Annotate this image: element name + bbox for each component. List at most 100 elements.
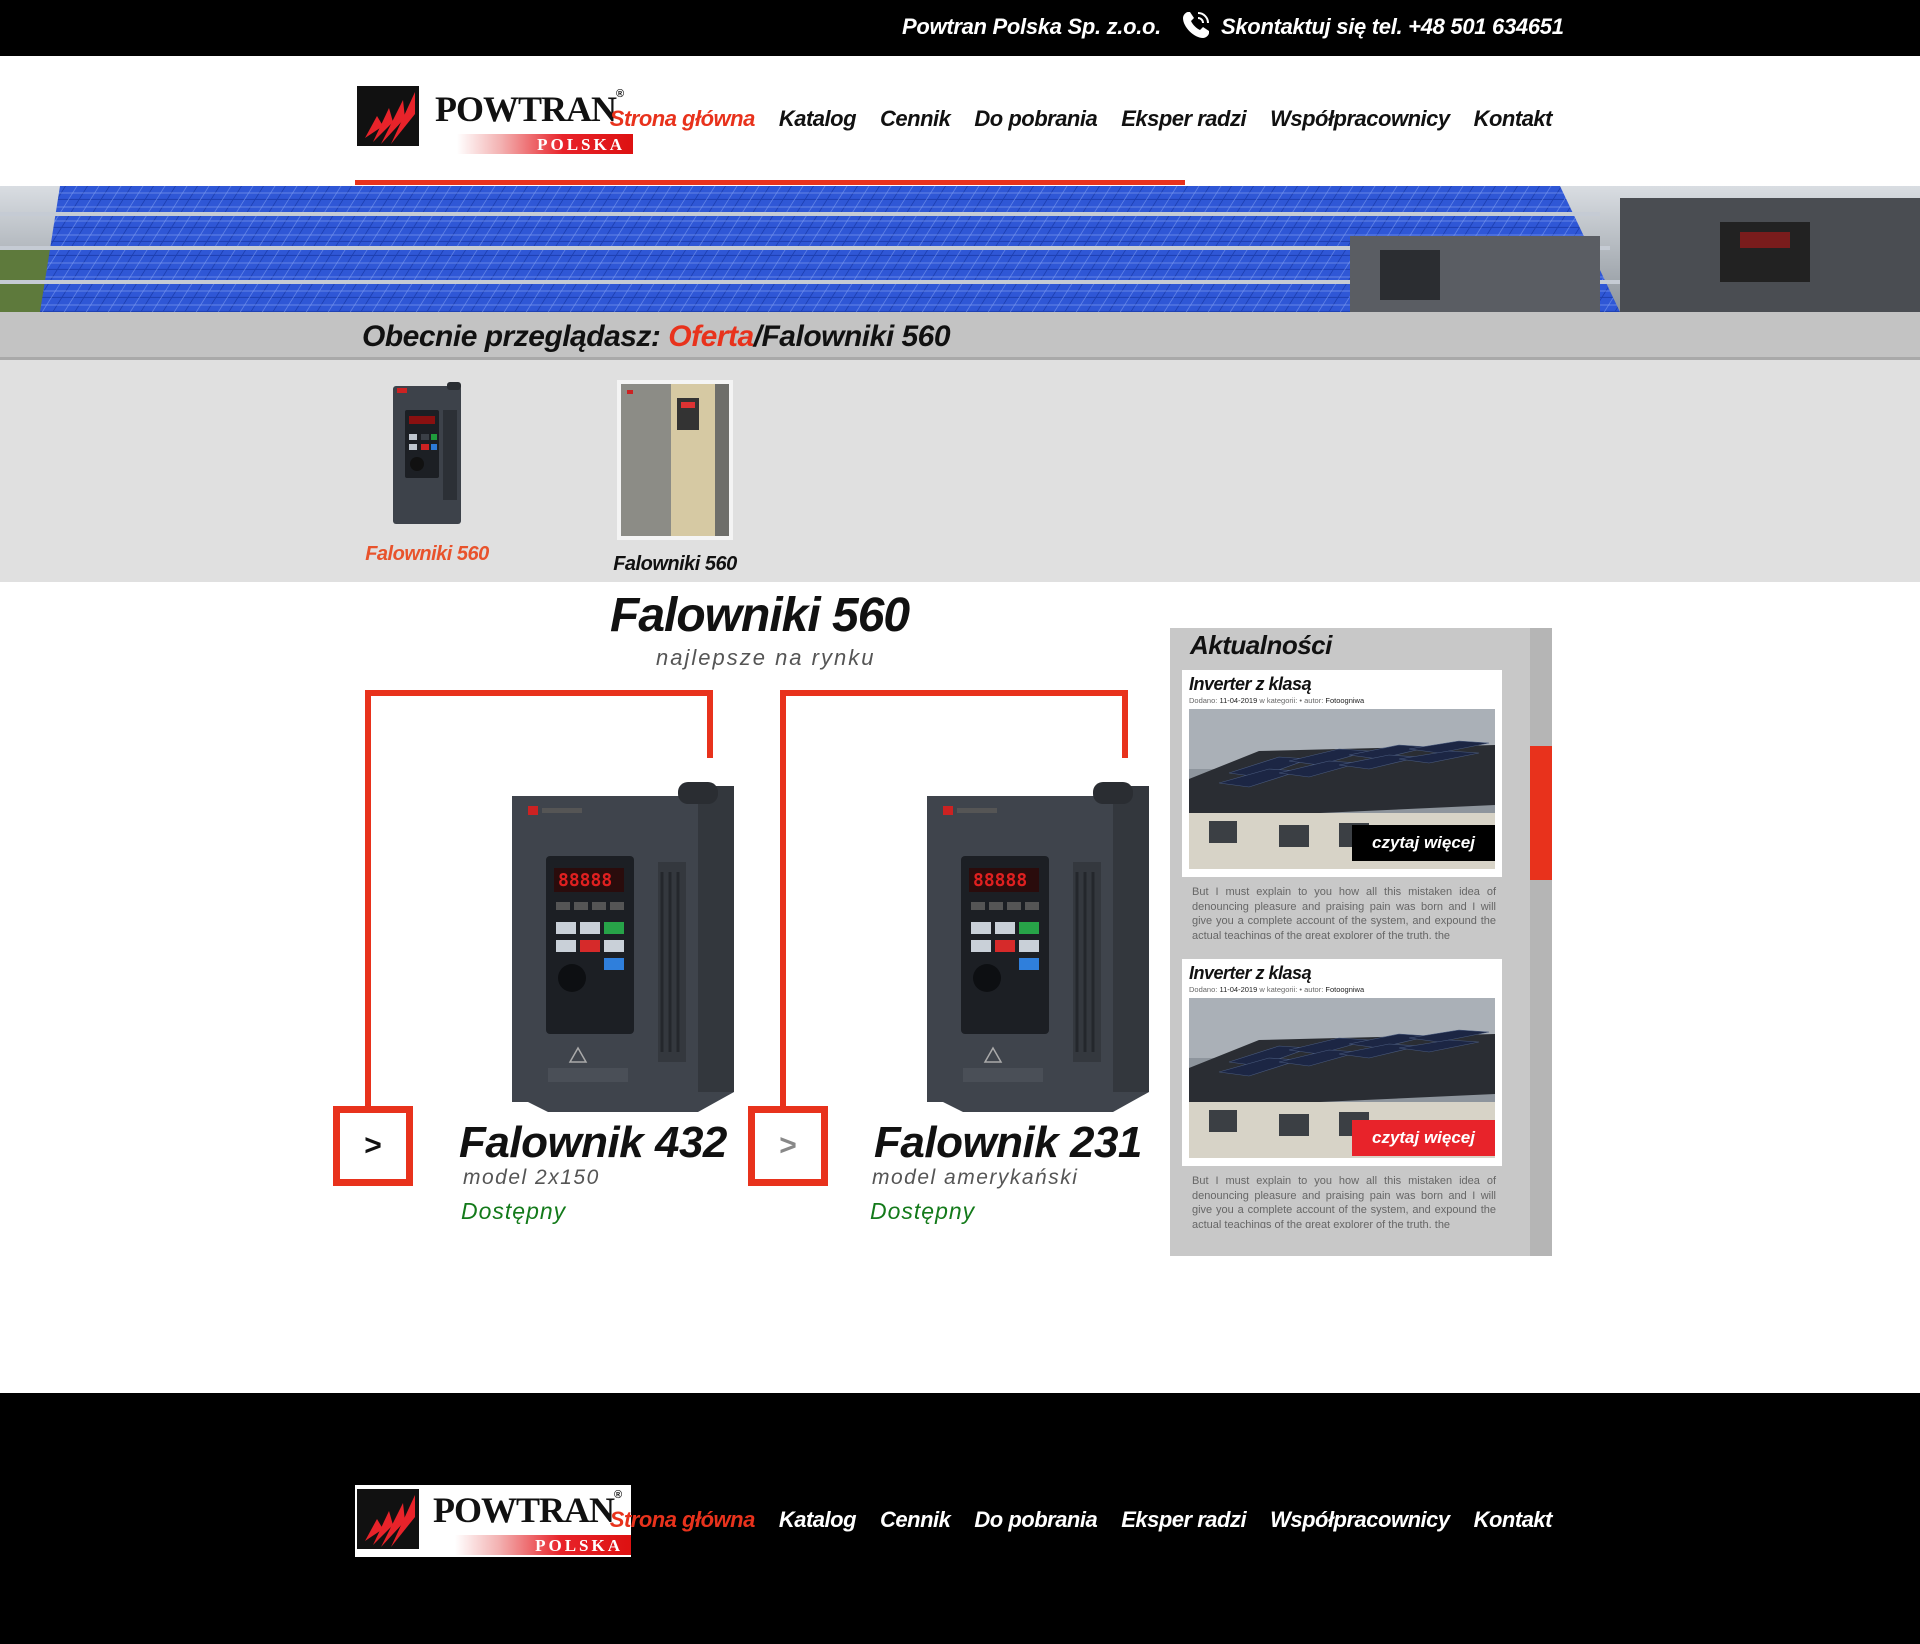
category-strip: Falowniki 560 Falowniki 560 xyxy=(0,360,1920,582)
section-subtitle: najlepsze na rynku xyxy=(656,645,876,670)
nav-underline xyxy=(355,180,1185,185)
inverter-thumbnail-cabinet xyxy=(617,380,733,540)
solar-panels-image xyxy=(0,186,1920,312)
breadcrumb-link-offer[interactable]: Oferta xyxy=(668,320,754,353)
footer-logo-box: POWTRAN ® POLSKA xyxy=(355,1485,631,1557)
phone-icon xyxy=(1183,12,1209,38)
news-sidebar: Aktualności Inverter z klasą Dodano: 11-… xyxy=(1170,628,1552,1256)
product-model: model 2x150 xyxy=(463,1166,600,1189)
footer-nav-contact[interactable]: Kontakt xyxy=(1474,1507,1553,1533)
product-frame xyxy=(707,690,713,758)
news-item: Inverter z klasą Dodano: 11-04-2019 w ka… xyxy=(1182,670,1502,939)
product-availability: Dostępny xyxy=(870,1198,976,1224)
read-more-button[interactable]: czytaj więcej xyxy=(1351,825,1495,861)
main-nav: Strona główna Katalog Cennik Do pobrania… xyxy=(610,106,1553,132)
logo-subtitle-bar: POLSKA xyxy=(455,1535,631,1555)
powtran-logo-icon xyxy=(357,86,419,146)
top-bar: Powtran Polska Sp. z.o.o. Skontaktuj się… xyxy=(0,0,1920,56)
footer-nav: Strona główna Katalog Cennik Do pobrania… xyxy=(610,1507,1553,1533)
logo-brand: POWTRAN xyxy=(435,89,617,129)
news-item: Inverter z klasą Dodano: 11-04-2019 w ka… xyxy=(1182,959,1502,1228)
product-name[interactable]: Falownik 231 xyxy=(874,1118,1142,1168)
footer-nav-catalog[interactable]: Katalog xyxy=(779,1507,857,1533)
footer-nav-partners[interactable]: Współpracownicy xyxy=(1270,1507,1450,1533)
hero-banner xyxy=(0,186,1920,312)
news-item-date: 11-04-2019 xyxy=(1219,696,1258,705)
news-meta-author: • autor: xyxy=(1299,696,1324,705)
product-frame xyxy=(365,690,713,696)
svg-text:88888: 88888 xyxy=(558,870,612,891)
nav-partners[interactable]: Współpracownicy xyxy=(1270,106,1450,132)
product-frame xyxy=(365,690,371,1106)
nav-expert[interactable]: Eksper radzi xyxy=(1121,106,1246,132)
logo-subtitle: POLSKA xyxy=(537,135,625,154)
nav-catalog[interactable]: Katalog xyxy=(779,106,857,132)
product-card: 88888 > Falownik 432 model 2x150 Dostępn… xyxy=(333,690,753,1230)
news-item-photo[interactable]: czytaj więcej xyxy=(1189,709,1495,869)
news-heading: Aktualności xyxy=(1190,630,1332,660)
category-item[interactable]: Falowniki 560 xyxy=(612,380,738,576)
nav-home[interactable]: Strona główna xyxy=(610,106,756,132)
news-meta-added: Dodano: xyxy=(1189,985,1218,994)
news-card: Inverter z klasą Dodano: 11-04-2019 w ka… xyxy=(1182,670,1502,877)
news-card: Inverter z klasą Dodano: 11-04-2019 w ka… xyxy=(1182,959,1502,1166)
logo-registered: ® xyxy=(616,88,625,100)
product-model: model amerykański xyxy=(872,1166,1079,1189)
logo-brand: POWTRAN xyxy=(433,1490,615,1530)
breadcrumb-current: Falowniki 560 xyxy=(761,320,951,353)
site-footer: POWTRAN ® POLSKA Strona główna Katalog C… xyxy=(0,1393,1920,1644)
news-item-meta: Dodano: 11-04-2019 w kategorii: • autor:… xyxy=(1189,985,1495,994)
footer-logo[interactable]: POWTRAN ® POLSKA xyxy=(355,1487,631,1557)
nav-contact[interactable]: Kontakt xyxy=(1474,106,1553,132)
contact-phone[interactable]: Skontaktuj się tel. +48 501 634651 xyxy=(1221,14,1564,40)
news-meta-category: w kategorii: xyxy=(1259,696,1298,705)
logo[interactable]: POWTRAN ® POLSKA xyxy=(357,86,633,156)
footer-nav-expert[interactable]: Eksper radzi xyxy=(1121,1507,1246,1533)
nav-downloads[interactable]: Do pobrania xyxy=(974,106,1097,132)
breadcrumb: Obecnie przeglądasz: Oferta/Falowniki 56… xyxy=(362,320,951,354)
logo-subtitle: POLSKA xyxy=(535,1536,623,1555)
section-title: Falowniki 560 xyxy=(610,589,910,642)
logo-registered: ® xyxy=(614,1489,623,1501)
product-card: 88888 > Falownik 231 model amerykański D… xyxy=(748,690,1168,1230)
news-item-author: Fotoogniwa xyxy=(1325,985,1365,994)
news-item-photo[interactable]: czytaj więcej xyxy=(1189,998,1495,1158)
news-item-excerpt: But I must explain to you how all this m… xyxy=(1192,886,1496,939)
news-meta-category: w kategorii: xyxy=(1259,985,1298,994)
svg-text:88888: 88888 xyxy=(973,870,1027,891)
product-image[interactable]: 88888 xyxy=(508,782,738,1112)
news-item-title[interactable]: Inverter z klasą xyxy=(1189,963,1495,984)
product-image[interactable]: 88888 xyxy=(923,782,1153,1112)
breadcrumb-prefix: Obecnie przeglądasz: xyxy=(362,320,669,353)
product-frame xyxy=(1122,690,1128,758)
news-meta-author: • autor: xyxy=(1299,985,1324,994)
product-availability: Dostępny xyxy=(461,1198,567,1224)
news-scrollbar[interactable] xyxy=(1530,628,1552,1256)
category-label: Falowniki 560 xyxy=(613,553,737,575)
footer-nav-downloads[interactable]: Do pobrania xyxy=(974,1507,1097,1533)
footer-nav-home[interactable]: Strona główna xyxy=(610,1507,756,1533)
news-item-title[interactable]: Inverter z klasą xyxy=(1189,674,1495,695)
category-item[interactable]: Falowniki 560 xyxy=(364,380,490,566)
news-item-author: Fotoogniwa xyxy=(1325,696,1365,705)
product-frame xyxy=(780,690,786,1106)
product-arrow-button[interactable]: > xyxy=(748,1106,828,1186)
news-item-excerpt: But I must explain to you how all this m… xyxy=(1192,1175,1496,1228)
category-label: Falowniki 560 xyxy=(365,543,489,565)
product-arrow-button[interactable]: > xyxy=(333,1106,413,1186)
footer-nav-pricelist[interactable]: Cennik xyxy=(880,1507,951,1533)
logo-subtitle-bar: POLSKA xyxy=(457,134,633,154)
company-name: Powtran Polska Sp. z.o.o. xyxy=(902,14,1161,39)
powtran-logo-icon xyxy=(357,1489,419,1549)
news-scrollbar-thumb[interactable] xyxy=(1530,746,1552,880)
read-more-button[interactable]: czytaj więcej xyxy=(1351,1120,1495,1156)
news-meta-added: Dodano: xyxy=(1189,696,1218,705)
product-frame xyxy=(780,690,1128,696)
inverter-thumbnail-dark xyxy=(393,382,461,524)
site-header: POWTRAN ® POLSKA Strona główna Katalog C… xyxy=(0,56,1920,186)
breadcrumb-bar: Obecnie przeglądasz: Oferta/Falowniki 56… xyxy=(0,312,1920,360)
news-item-meta: Dodano: 11-04-2019 w kategorii: • autor:… xyxy=(1189,696,1495,705)
product-name[interactable]: Falownik 432 xyxy=(459,1118,727,1168)
news-item-date: 11-04-2019 xyxy=(1219,985,1258,994)
nav-pricelist[interactable]: Cennik xyxy=(880,106,951,132)
